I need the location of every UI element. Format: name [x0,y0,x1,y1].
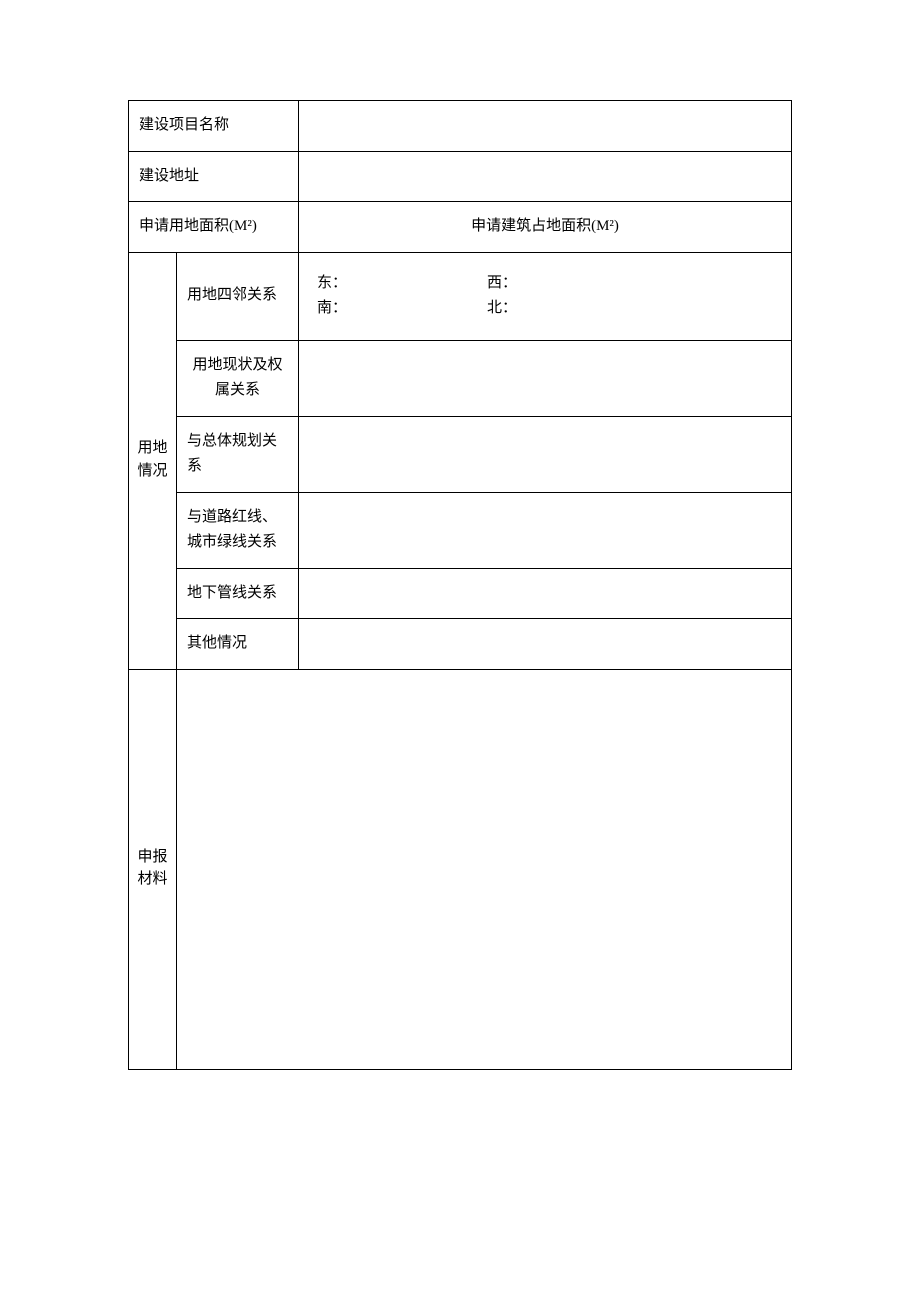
value-overall-plan [299,416,792,492]
form-table: 建设项目名称 建设地址 申请用地面积(M²) 申请建筑占地面积(M²) 用地情况… [128,100,792,1070]
value-other [299,619,792,670]
value-project-name [299,101,792,152]
label-building-area: 申请建筑占地面积(M²) [299,202,792,253]
row-underground: 地下管线关系 [129,568,792,619]
value-address [299,151,792,202]
value-underground [299,568,792,619]
label-project-name: 建设项目名称 [129,101,299,152]
row-overall-plan: 与总体规划关系 [129,416,792,492]
dir-east: 东： [317,271,487,297]
label-neighbors: 用地四邻关系 [177,252,299,340]
dir-south: 南： [317,296,487,322]
dir-north: 北： [487,296,517,322]
label-underground: 地下管线关系 [177,568,299,619]
row-status: 用地现状及权属关系 [129,340,792,416]
row-other: 其他情况 [129,619,792,670]
label-road-green: 与道路红线、城市绿线关系 [177,492,299,568]
header-land-situation: 用地情况 [129,252,177,669]
value-materials [177,669,792,1069]
label-land-area: 申请用地面积(M²) [129,202,299,253]
header-materials: 申报材料 [129,669,177,1069]
row-materials: 申报材料 [129,669,792,1069]
value-neighbors: 东： 西： 南： 北： [299,252,792,340]
row-area: 申请用地面积(M²) 申请建筑占地面积(M²) [129,202,792,253]
row-neighbors: 用地情况 用地四邻关系 东： 西： 南： 北： [129,252,792,340]
row-road-green: 与道路红线、城市绿线关系 [129,492,792,568]
dir-west: 西： [487,271,517,297]
row-project-name: 建设项目名称 [129,101,792,152]
label-overall-plan: 与总体规划关系 [177,416,299,492]
row-address: 建设地址 [129,151,792,202]
label-address: 建设地址 [129,151,299,202]
label-status: 用地现状及权属关系 [177,340,299,416]
value-road-green [299,492,792,568]
value-status [299,340,792,416]
label-other: 其他情况 [177,619,299,670]
